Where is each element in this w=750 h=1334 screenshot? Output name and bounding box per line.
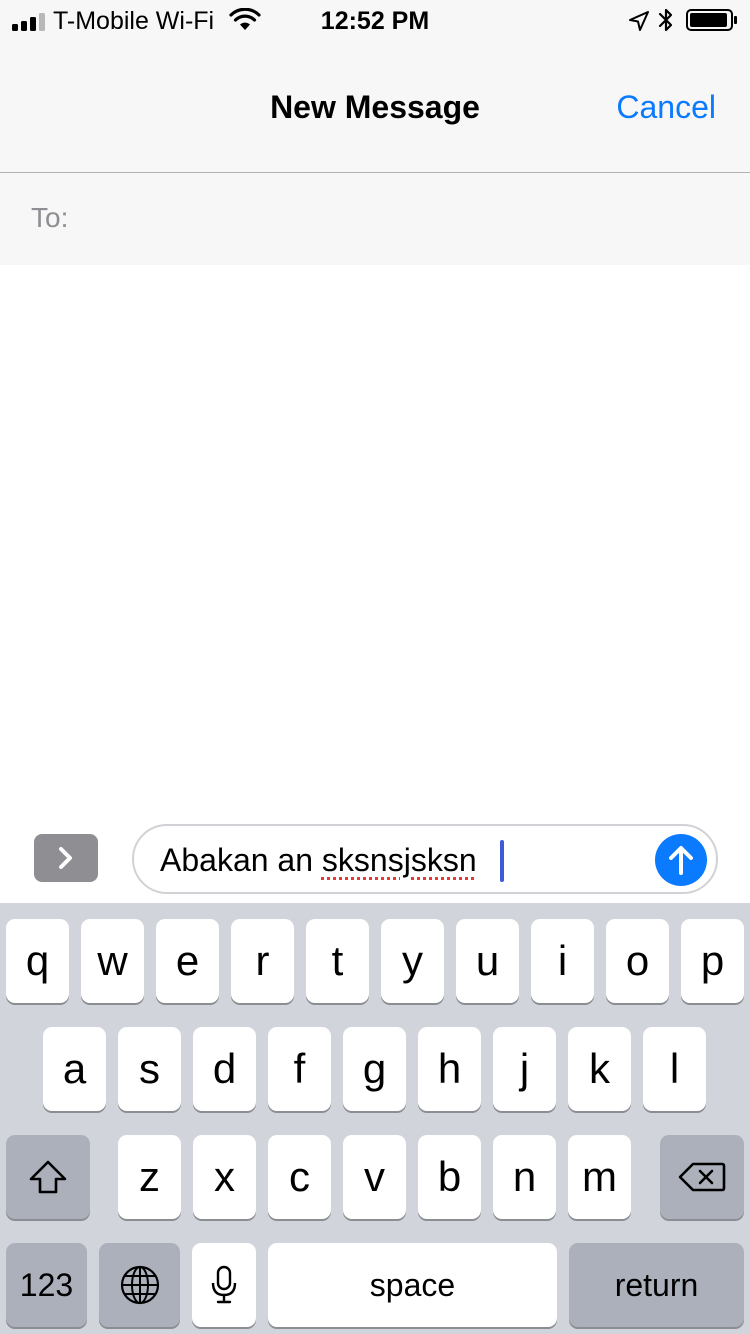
to-label: To: bbox=[31, 202, 69, 233]
key-label: j bbox=[519, 1045, 530, 1092]
key-label: n bbox=[512, 1153, 537, 1200]
message-text-plain: Abakan an bbox=[160, 842, 322, 878]
dictation-key[interactable] bbox=[192, 1243, 256, 1327]
key-s[interactable]: s bbox=[118, 1027, 181, 1111]
key-g[interactable]: g bbox=[343, 1027, 406, 1111]
key-c[interactable]: c bbox=[268, 1135, 331, 1219]
key-i[interactable]: i bbox=[531, 919, 594, 1003]
key-label: c bbox=[289, 1153, 310, 1200]
key-f[interactable]: f bbox=[268, 1027, 331, 1111]
microphone-icon bbox=[211, 1265, 237, 1304]
key-m[interactable]: m bbox=[568, 1135, 631, 1219]
text-cursor bbox=[500, 840, 504, 882]
key-u[interactable]: u bbox=[456, 919, 519, 1003]
bluetooth-icon bbox=[658, 8, 673, 32]
key-y[interactable]: y bbox=[381, 919, 444, 1003]
key-t[interactable]: t bbox=[306, 919, 369, 1003]
key-label: 123 bbox=[19, 1267, 74, 1303]
key-label: r bbox=[255, 937, 270, 984]
recipient-row: To: bbox=[0, 173, 750, 265]
key-p[interactable]: p bbox=[681, 919, 744, 1003]
key-d[interactable]: d bbox=[193, 1027, 256, 1111]
return-key[interactable]: return bbox=[569, 1243, 744, 1327]
shift-key[interactable] bbox=[6, 1135, 90, 1219]
key-x[interactable]: x bbox=[193, 1135, 256, 1219]
key-label: g bbox=[362, 1045, 387, 1092]
status-bar: T-Mobile Wi-Fi 12:52 PM bbox=[0, 0, 750, 40]
key-label: z bbox=[139, 1153, 160, 1200]
key-label: i bbox=[557, 937, 568, 984]
space-key[interactable]: space bbox=[268, 1243, 557, 1327]
key-q[interactable]: q bbox=[6, 919, 69, 1003]
recipient-input[interactable] bbox=[84, 193, 724, 243]
globe-icon bbox=[120, 1265, 159, 1305]
key-label: e bbox=[175, 937, 200, 984]
key-label: w bbox=[97, 937, 128, 984]
key-l[interactable]: l bbox=[643, 1027, 706, 1111]
key-z[interactable]: z bbox=[118, 1135, 181, 1219]
globe-key[interactable] bbox=[99, 1243, 180, 1327]
message-thread bbox=[0, 265, 750, 810]
key-v[interactable]: v bbox=[343, 1135, 406, 1219]
key-label: t bbox=[331, 937, 344, 984]
location-arrow-icon bbox=[629, 11, 649, 31]
key-label: l bbox=[669, 1045, 680, 1092]
key-label: a bbox=[62, 1045, 87, 1092]
key-h[interactable]: h bbox=[418, 1027, 481, 1111]
key-label: u bbox=[475, 937, 500, 984]
delete-key[interactable] bbox=[660, 1135, 744, 1219]
backspace-icon bbox=[678, 1162, 726, 1192]
key-label: d bbox=[212, 1045, 237, 1092]
key-label: space bbox=[369, 1267, 456, 1303]
message-input[interactable]: Abakan an sksnsjsksn bbox=[132, 824, 718, 894]
key-k[interactable]: k bbox=[568, 1027, 631, 1111]
key-label: return bbox=[614, 1267, 699, 1303]
chevron-right-icon bbox=[59, 847, 72, 869]
key-label: o bbox=[625, 937, 650, 984]
battery-icon bbox=[686, 9, 737, 31]
navigation-bar: New Message Cancel bbox=[0, 40, 750, 173]
message-text: Abakan an sksnsjsksn bbox=[160, 842, 477, 878]
shift-icon bbox=[29, 1160, 67, 1194]
numbers-key[interactable]: 123 bbox=[6, 1243, 87, 1327]
key-o[interactable]: o bbox=[606, 919, 669, 1003]
key-label: y bbox=[402, 937, 423, 984]
keyboard: q w e r t y u i o p a s d f g h j k l z … bbox=[0, 903, 750, 1334]
send-button[interactable] bbox=[655, 834, 707, 886]
key-label: v bbox=[364, 1153, 385, 1200]
key-label: s bbox=[139, 1045, 160, 1092]
key-b[interactable]: b bbox=[418, 1135, 481, 1219]
key-label: m bbox=[582, 1153, 617, 1200]
key-label: b bbox=[437, 1153, 462, 1200]
key-label: f bbox=[293, 1045, 306, 1092]
key-label: p bbox=[700, 937, 725, 984]
expand-apps-button[interactable] bbox=[34, 834, 98, 882]
arrow-up-icon bbox=[669, 846, 693, 875]
key-n[interactable]: n bbox=[493, 1135, 556, 1219]
key-label: k bbox=[589, 1045, 610, 1092]
key-j[interactable]: j bbox=[493, 1027, 556, 1111]
key-r[interactable]: r bbox=[231, 919, 294, 1003]
misspelled-word[interactable]: sksnsjsksn bbox=[322, 842, 477, 878]
key-label: x bbox=[214, 1153, 235, 1200]
key-a[interactable]: a bbox=[43, 1027, 106, 1111]
key-w[interactable]: w bbox=[81, 919, 144, 1003]
key-e[interactable]: e bbox=[156, 919, 219, 1003]
cancel-button[interactable]: Cancel bbox=[616, 88, 716, 126]
key-label: h bbox=[437, 1045, 462, 1092]
key-label: q bbox=[25, 937, 50, 984]
